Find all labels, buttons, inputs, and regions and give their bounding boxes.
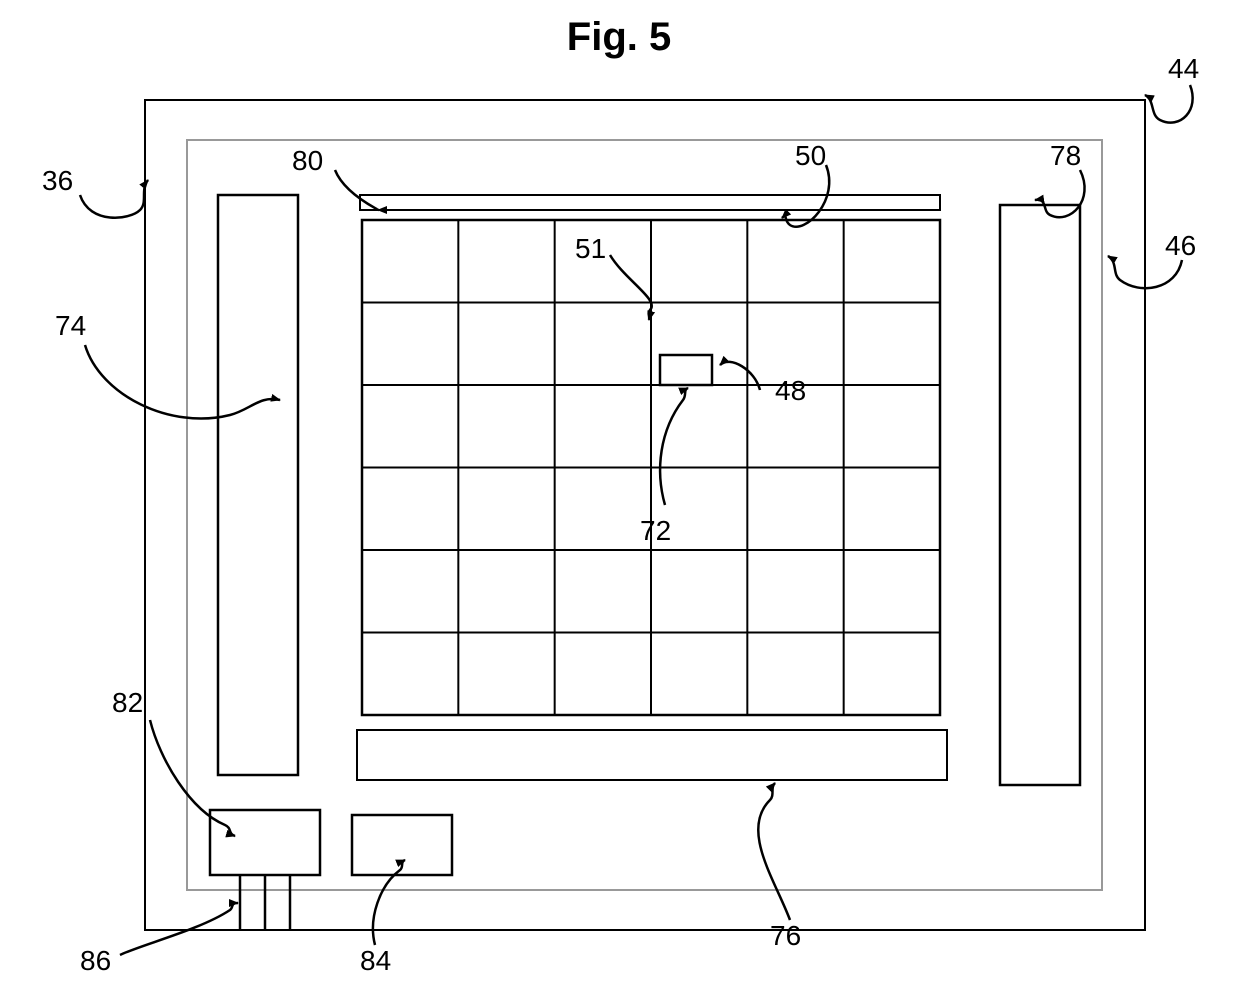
grid-assembly bbox=[362, 220, 940, 715]
label-48: 48 bbox=[775, 375, 806, 406]
lower-left-box-82 bbox=[210, 810, 320, 875]
label-36: 36 bbox=[42, 165, 73, 196]
label-80: 80 bbox=[292, 145, 323, 176]
patent-figure-5: Fig. 5 bbox=[0, 0, 1239, 985]
label-86: 86 bbox=[80, 945, 111, 976]
label-74: 74 bbox=[55, 310, 86, 341]
label-50: 50 bbox=[795, 140, 826, 171]
label-44: 44 bbox=[1168, 53, 1199, 84]
label-76: 76 bbox=[770, 920, 801, 951]
lead-lines bbox=[80, 85, 1193, 955]
reference-numbers: 44 36 46 74 78 80 50 51 48 72 76 82 84 8… bbox=[42, 53, 1199, 976]
label-82: 82 bbox=[112, 687, 143, 718]
connector-lines-86 bbox=[240, 875, 290, 930]
top-horizontal-member bbox=[360, 195, 940, 210]
label-84: 84 bbox=[360, 945, 391, 976]
figure-title: Fig. 5 bbox=[567, 15, 671, 59]
label-46: 46 bbox=[1165, 230, 1196, 261]
label-72: 72 bbox=[640, 515, 671, 546]
small-block bbox=[660, 355, 712, 385]
bottom-horizontal-member bbox=[357, 730, 947, 780]
right-vertical-member bbox=[1000, 205, 1080, 785]
label-51: 51 bbox=[575, 233, 606, 264]
left-vertical-member bbox=[218, 195, 298, 775]
label-78: 78 bbox=[1050, 140, 1081, 171]
